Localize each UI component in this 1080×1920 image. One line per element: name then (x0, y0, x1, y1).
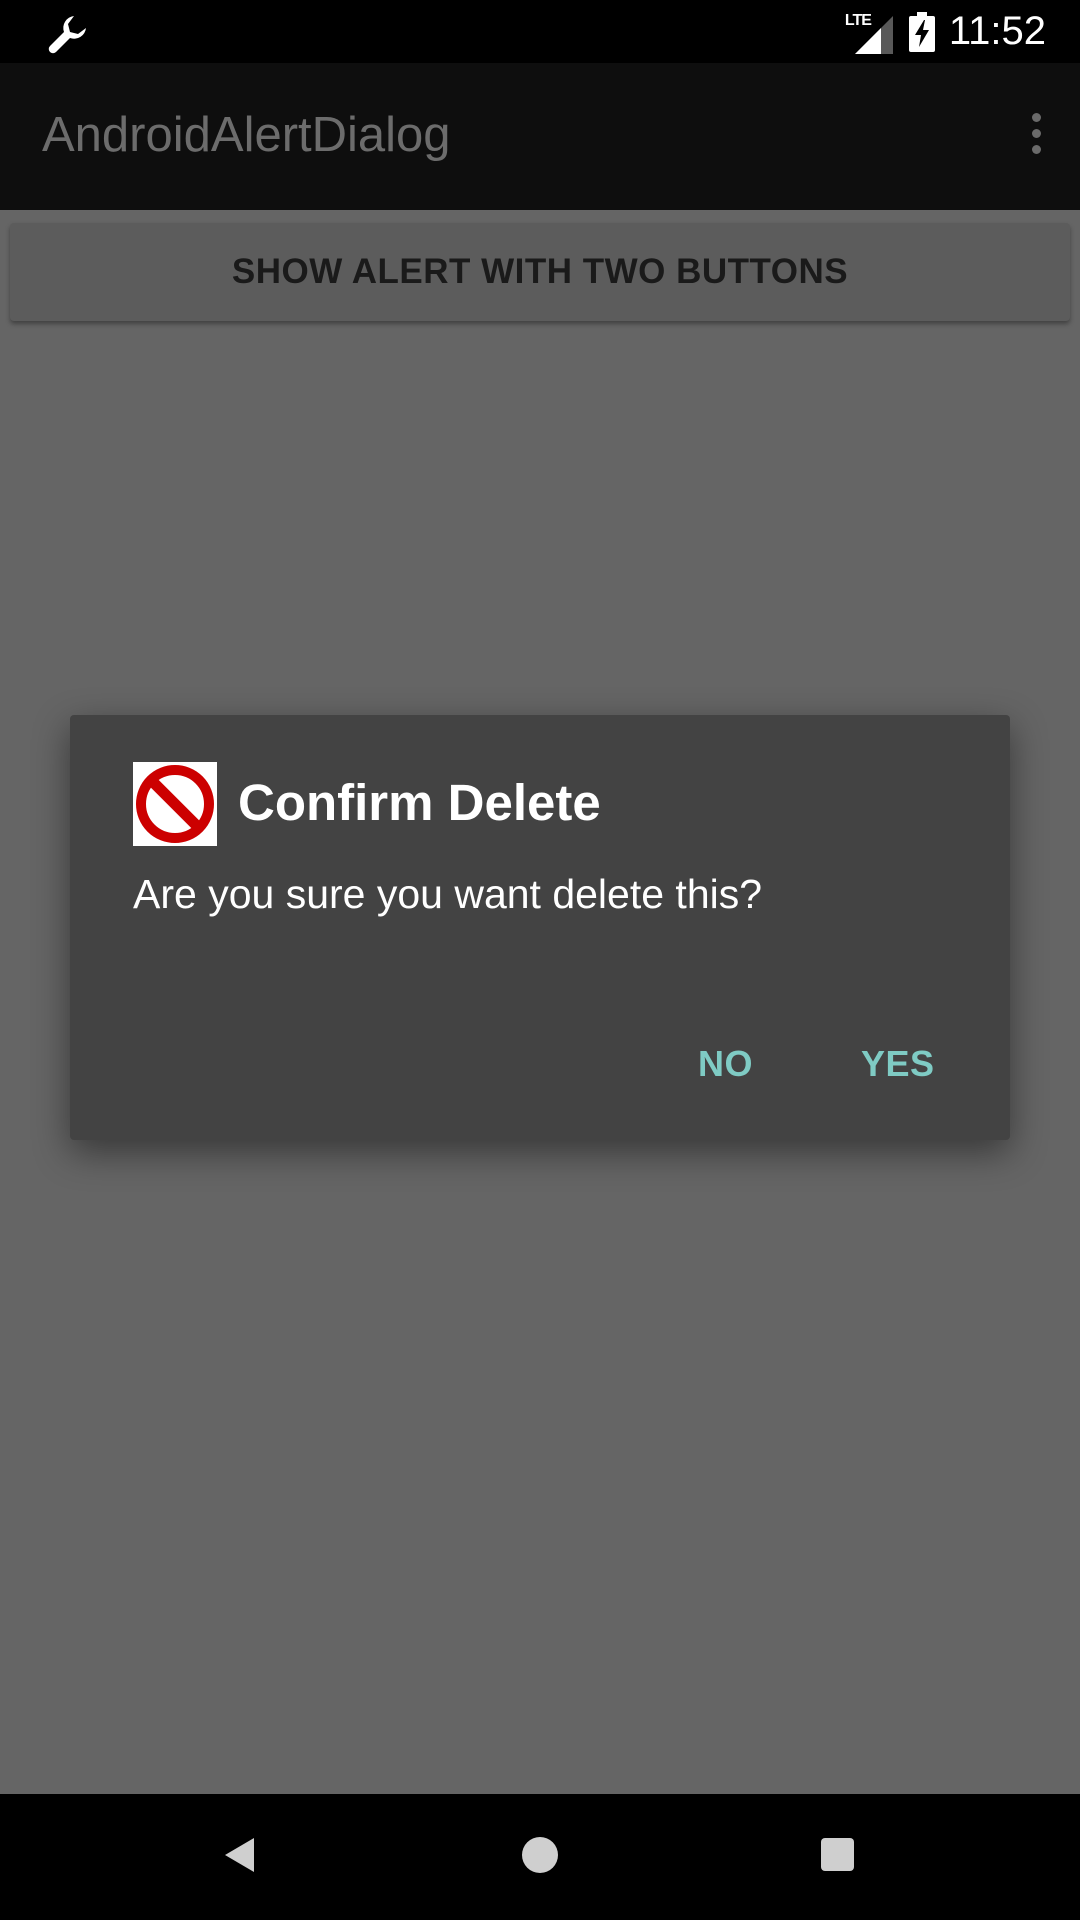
app-title: AndroidAlertDialog (42, 108, 451, 162)
prohibited-icon (133, 762, 217, 846)
back-icon[interactable] (222, 1836, 256, 1879)
no-button[interactable]: NO (688, 1035, 763, 1093)
recents-icon[interactable] (821, 1838, 854, 1871)
status-bar: LTE 11:52 (0, 0, 1080, 63)
status-clock: 11:52 (948, 9, 1046, 53)
overflow-menu-icon[interactable] (1026, 113, 1046, 163)
alert-dialog: Confirm Delete Are you sure you want del… (70, 715, 1010, 1140)
wrench-icon (44, 10, 92, 58)
dialog-title: Confirm Delete (238, 774, 601, 831)
content-area: SHOW ALERT WITH TWO BUTTONS Confirm Dele… (0, 210, 1080, 1794)
battery-charging-icon (908, 11, 935, 52)
navigation-bar (0, 1794, 1080, 1920)
app-bar: AndroidAlertDialog (0, 63, 1080, 210)
home-icon[interactable] (522, 1837, 558, 1873)
yes-button[interactable]: YES (851, 1035, 945, 1093)
dialog-message: Are you sure you want delete this? (133, 871, 763, 917)
signal-icon: LTE (845, 10, 895, 54)
show-alert-button[interactable]: SHOW ALERT WITH TWO BUTTONS (10, 223, 1070, 321)
